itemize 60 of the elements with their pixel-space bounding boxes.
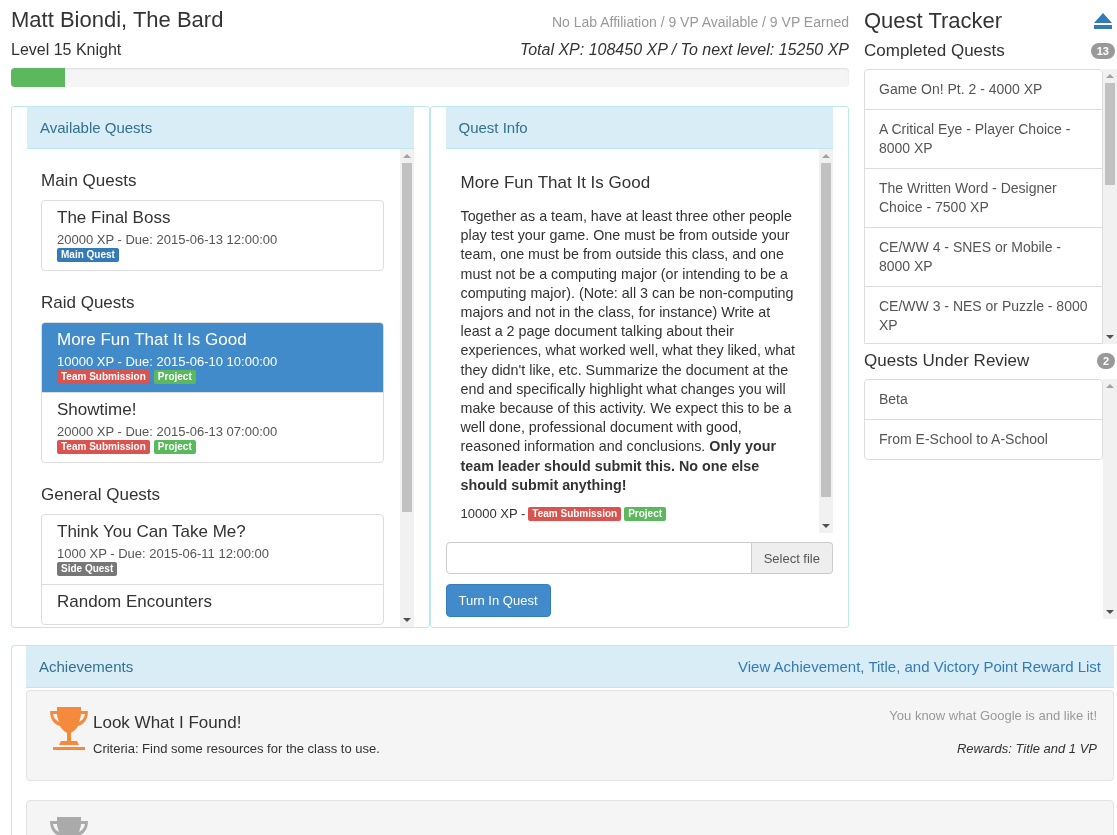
panel-title: Achievements — [39, 658, 134, 675]
tracker-item[interactable]: CE/WW 3 - NES or Puzzle - 8000 XP — [865, 286, 1102, 343]
quest-tag: Project — [624, 506, 667, 521]
quest-title: Showtime! — [57, 400, 138, 420]
quest-tag: Team Submission — [57, 440, 150, 454]
scrollbar[interactable] — [399, 149, 414, 627]
reward-list-link[interactable]: View Achievement, Title, and Victory Point Reward List — [738, 658, 1101, 675]
tracker-item[interactable]: From E-School to A-School — [865, 419, 1102, 459]
tracker-item[interactable]: The Written Word - Designer Choice - 7500 XP — [865, 168, 1102, 227]
quest-meta: 20000 XP - Due: 2015-06-13 12:00:00 — [57, 232, 279, 247]
turn-in-button[interactable]: Turn In Quest — [445, 584, 551, 617]
group-heading: Main Quests — [41, 171, 138, 191]
achievement-title: Look What I Found! — [93, 713, 243, 733]
quest-tag: Project — [153, 440, 196, 454]
panel-title: Available Quests — [40, 119, 153, 136]
quest-title: The Final Boss — [57, 208, 172, 228]
group-heading: General Quests — [41, 485, 162, 505]
level-text: Level 15 Knight — [11, 41, 122, 59]
quest-title: Think You Can Take Me? — [57, 522, 247, 542]
quest-meta: 1000 XP - Due: 2015-06-11 12:00:00 — [57, 546, 270, 561]
eject-icon[interactable] — [1093, 12, 1113, 30]
quest-title: More Fun That It Is Good — [57, 330, 248, 350]
quest-description: Together as a team, have at least three other people play test your game. One must be from outside your team, one must be from outside this class, and one must not be a computing major (or intending to be a computing major). (Note: all 3 can be non-computing majors and not in the class, for instance) Write at least a 2 page document talking about their experiences, what worked well, what they liked, what they didn't like, etc. Summarize the document at the end and specifically highlight what changes you will make because of this activity. We expect this to be a well done, professional document with good, reasoned information and conclusions. Only your team leader should submit this. No one else should submit anything! — [460, 207, 797, 495]
quest-title: More Fun That It Is Good — [460, 173, 652, 193]
quest-item[interactable]: More Fun That It Is Good 10000 XP - Due: 2015-06-10 10:00:00 Team Submission Project — [42, 323, 383, 392]
section-heading: Completed Quests — [864, 41, 1005, 61]
select-file-button[interactable]: Select file — [751, 542, 833, 574]
quest-meta: 20000 XP - Due: 2015-06-13 07:00:00 — [57, 424, 279, 439]
count-badge: 2 — [1096, 353, 1115, 369]
tracker-item[interactable]: CE/WW 4 - SNES or Mobile - 8000 XP — [865, 227, 1102, 286]
achievement-rewards: Rewards: Title and 1 VP — [955, 741, 1097, 756]
group-heading: Raid Quests — [41, 293, 136, 313]
quest-xp: 10000 XP - — [460, 506, 526, 522]
quest-tag: Team Submission — [528, 506, 622, 521]
quest-item[interactable]: Think You Can Take Me? 1000 XP - Due: 2015-06-11 12:00:00 Side Quest — [42, 515, 383, 584]
affiliation-text: No Lab Affiliation / 9 VP Available / 9 VP Earned — [551, 14, 849, 30]
quest-item[interactable]: The Final Boss 20000 XP - Due: 2015-06-13 12:00:00 Main Quest — [42, 201, 383, 270]
scrollbar[interactable] — [819, 149, 833, 533]
quest-item[interactable]: Random Encounters — [42, 584, 383, 624]
count-badge: 13 — [1090, 43, 1115, 59]
xp-summary: Total XP: 108450 XP / To next level: 15250 XP — [519, 41, 849, 59]
quest-tag: Project — [153, 370, 196, 384]
quest-item[interactable]: Showtime! 20000 XP - Due: 2015-06-13 07:00:00 Team Submission Project — [42, 392, 383, 462]
scrollbar[interactable] — [1103, 69, 1117, 344]
tracker-item[interactable]: A Critical Eye - Player Choice - 8000 XP — [865, 109, 1102, 168]
quest-title: Random Encounters — [57, 592, 213, 612]
player-name: Matt Biondi, The Bard — [11, 7, 224, 33]
panel-title: Quest Info — [458, 119, 528, 136]
quest-tag: Team Submission — [57, 370, 150, 384]
scrollbar[interactable] — [1103, 379, 1117, 619]
tracker-title: Quest Tracker — [864, 8, 1003, 34]
achievement-flavor: You know what Google is and like it! — [889, 708, 1097, 723]
tracker-item[interactable]: Beta — [865, 380, 1102, 419]
tracker-item[interactable]: Game On! Pt. 2 - 4000 XP — [865, 70, 1102, 109]
quest-meta: 10000 XP - Due: 2015-06-10 10:00:00 — [57, 354, 279, 369]
file-field[interactable] — [445, 542, 752, 574]
achievement-criteria: Criteria: Find some resources for the class to use. — [93, 741, 381, 756]
quest-tag: Main Quest — [57, 248, 119, 262]
quest-tag: Side Quest — [57, 562, 118, 576]
section-heading: Quests Under Review — [864, 351, 1030, 371]
